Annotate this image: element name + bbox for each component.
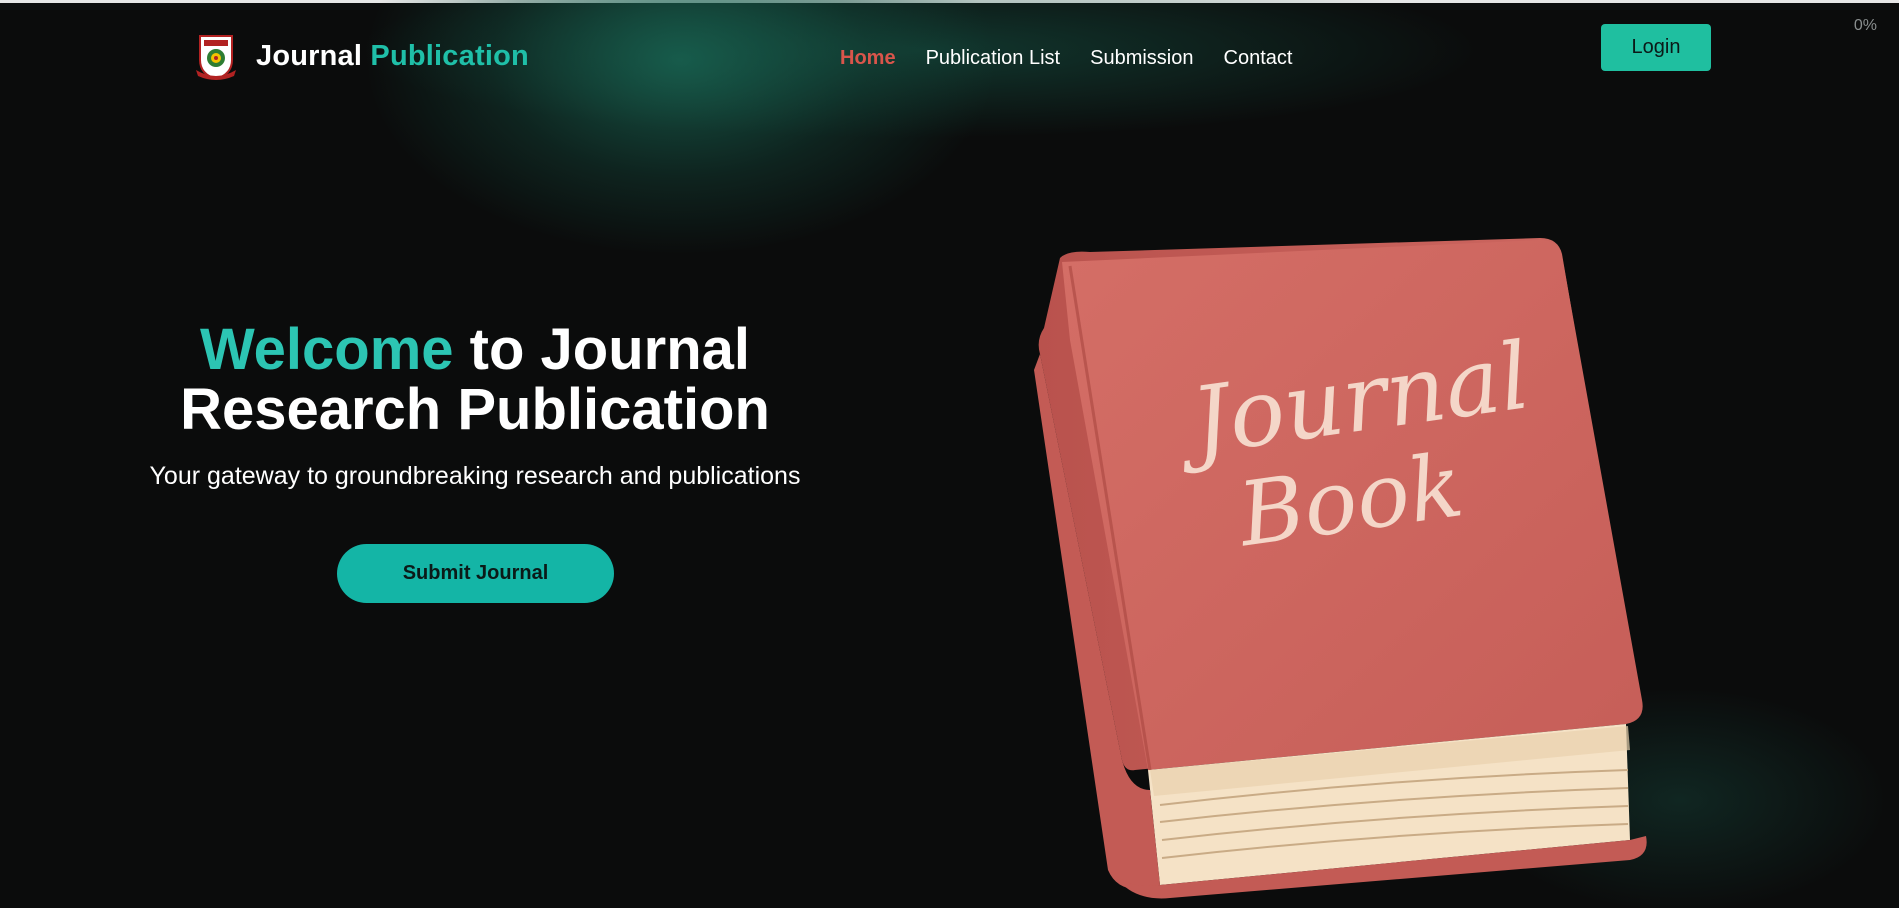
main-nav: Home Publication List Submission Contact [840, 47, 1322, 70]
university-crest-icon [196, 35, 236, 81]
hero-subtitle: Your gateway to groundbreaking research … [149, 462, 801, 490]
login-button[interactable]: Login [1601, 24, 1711, 71]
submit-journal-button[interactable]: Submit Journal [337, 544, 614, 603]
hero-title-line1: to Journal [453, 317, 751, 382]
site-header: Journal Publication Home Publication Lis… [0, 3, 1899, 98]
book-icon: Journal Book [1034, 238, 1647, 899]
journal-book-illustration: Journal Book [1010, 230, 1670, 908]
brand-name-part1: Journal [256, 39, 363, 72]
brand[interactable]: Journal Publication [190, 30, 529, 82]
hero-title-accent: Welcome [199, 317, 454, 382]
hero-title-line2: Research Publication [180, 377, 770, 442]
nav-item-home[interactable]: Home [840, 47, 896, 70]
hero-section: Welcome to Journal Research Publication … [120, 320, 830, 491]
brand-name: Journal Publication [256, 40, 529, 73]
brand-name-part2: Publication [370, 39, 529, 72]
nav-item-publication-list[interactable]: Publication List [926, 47, 1061, 70]
nav-item-submission[interactable]: Submission [1090, 47, 1193, 70]
hero-title: Welcome to Journal Research Publication [120, 320, 830, 440]
scroll-progress: 0% [1853, 17, 1877, 34]
nav-item-contact[interactable]: Contact [1224, 47, 1293, 70]
